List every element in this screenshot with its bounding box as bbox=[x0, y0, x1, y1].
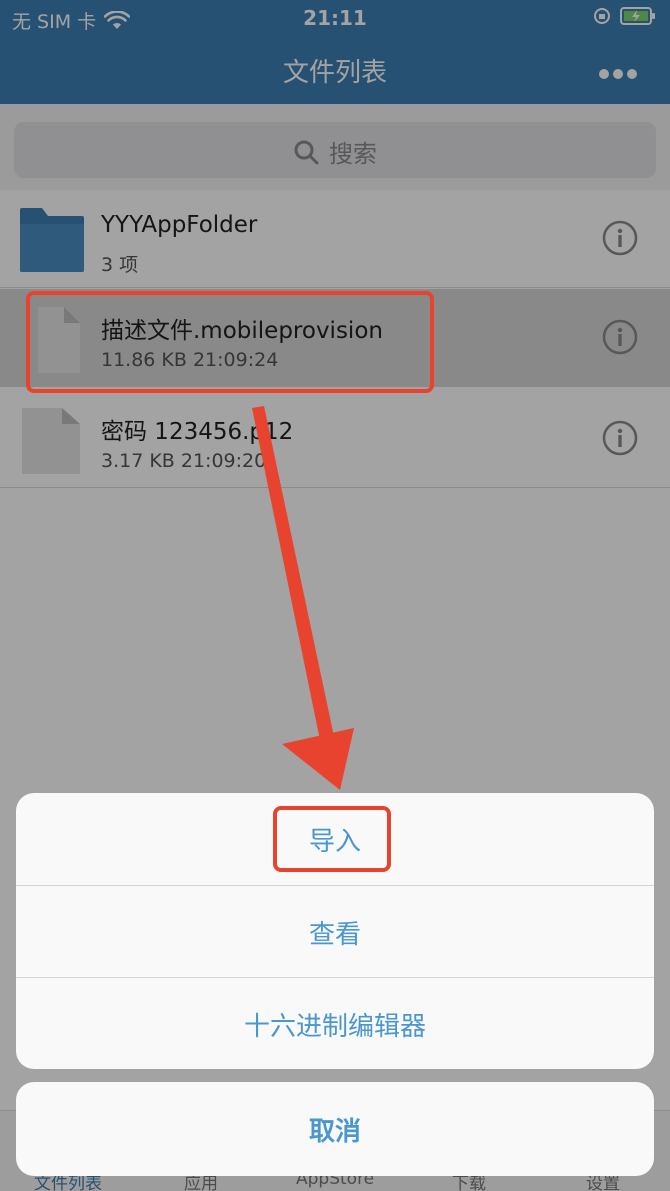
annotation-arrow bbox=[252, 406, 354, 790]
